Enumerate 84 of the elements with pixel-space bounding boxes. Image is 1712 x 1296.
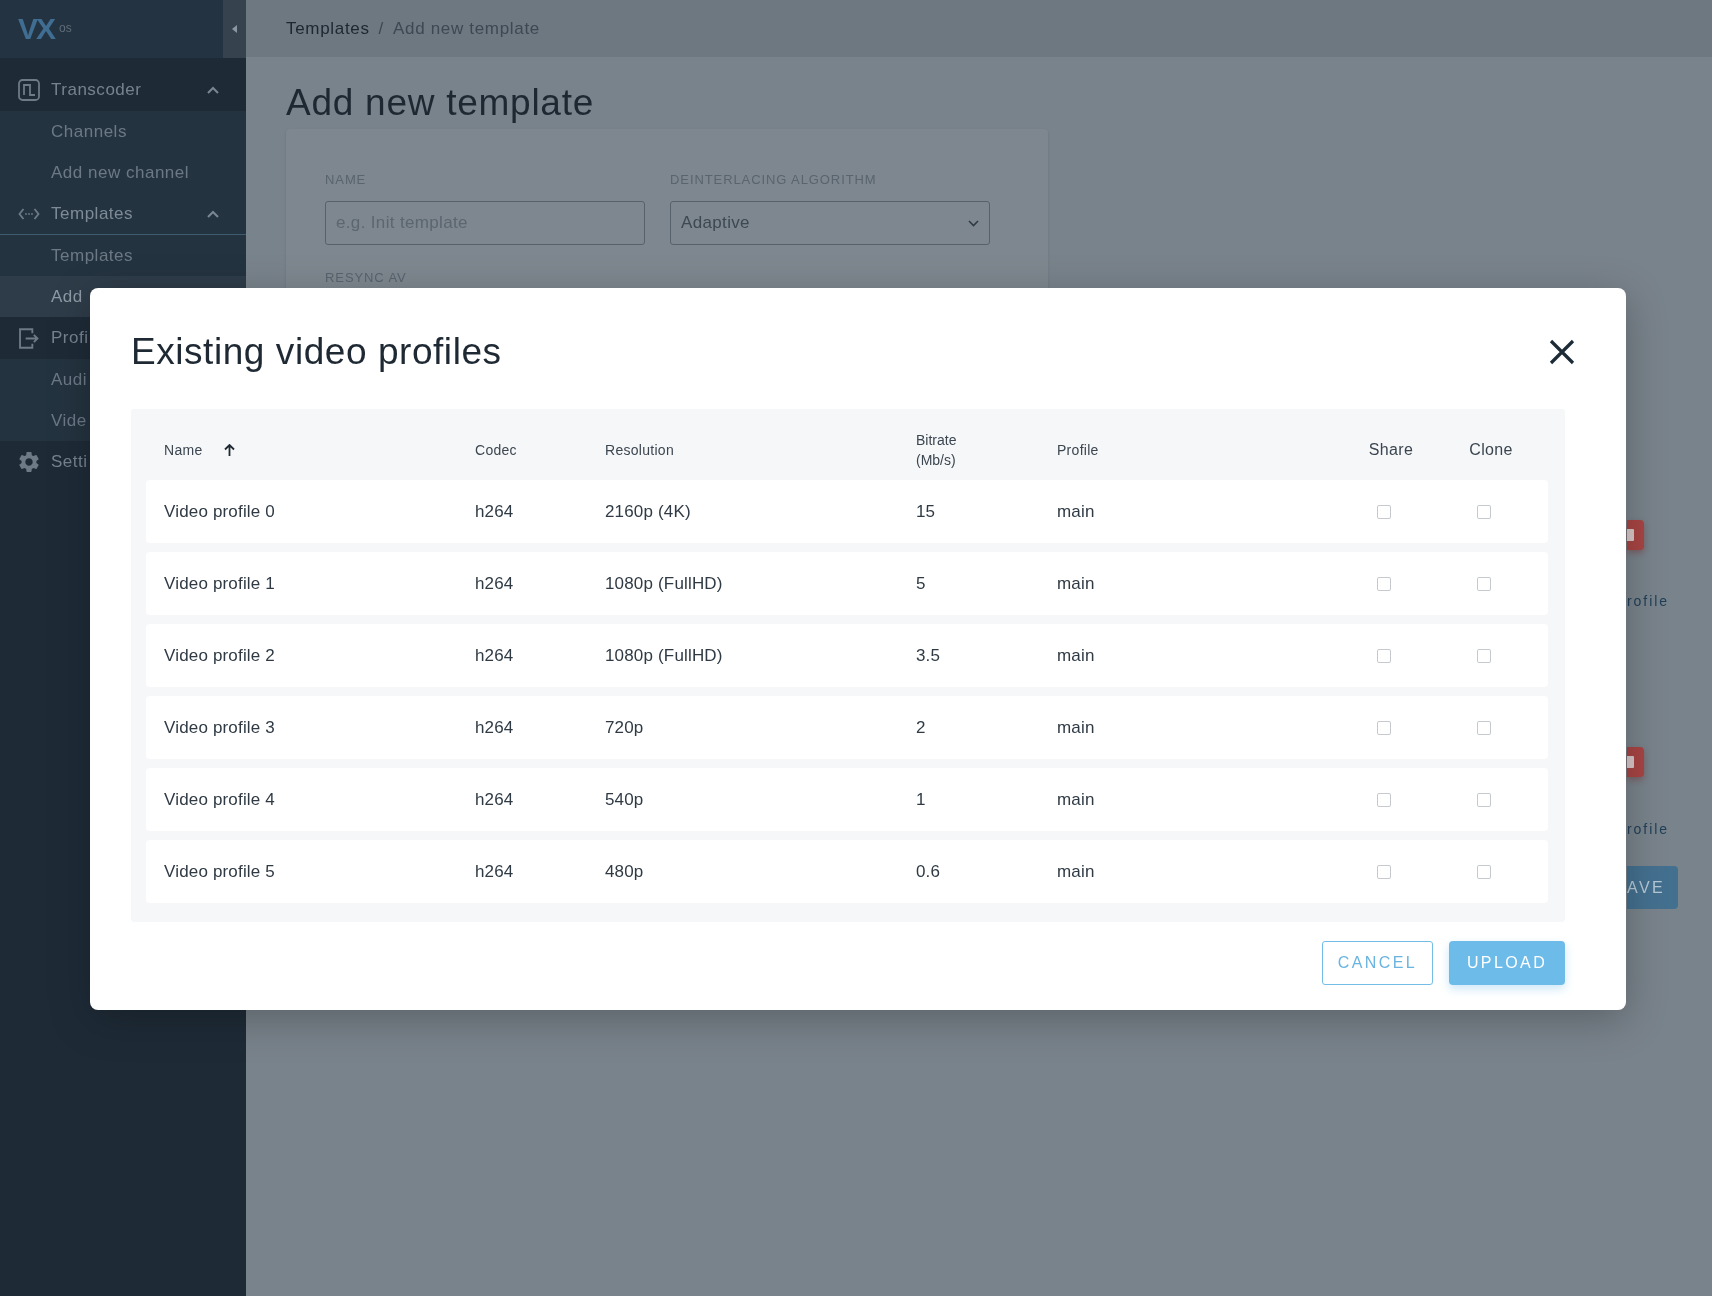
menu-group[interactable]: Profi: [51, 325, 89, 351]
column-header[interactable]: Bitrate (Mb/s): [916, 429, 976, 470]
menu-item[interactable]: Channels: [0, 111, 246, 152]
action-link[interactable]: rofile: [1627, 594, 1670, 608]
cancel-button[interactable]: CANCEL: [1322, 941, 1433, 985]
table-cell-text: Video profile 3: [164, 716, 275, 739]
square-icon: [1627, 756, 1634, 768]
logo-suffix: os: [59, 22, 72, 34]
table-cell-text: 1: [916, 788, 926, 811]
logo: VX: [18, 14, 55, 44]
table-cell-text: Video profile 4: [164, 788, 275, 811]
checkbox[interactable]: [1377, 792, 1391, 807]
table-cell-text: 3.5: [916, 644, 941, 667]
table-cell-text: h264: [475, 788, 514, 811]
menu-item[interactable]: Add: [51, 283, 83, 310]
table-cell-text: 720p: [605, 716, 644, 739]
action-link[interactable]: rofile: [1627, 822, 1670, 836]
arrow-up-icon[interactable]: [224, 443, 236, 456]
close-icon[interactable]: [1549, 339, 1575, 365]
menu-item[interactable]: Templates: [0, 235, 246, 276]
checkbox[interactable]: [1477, 792, 1491, 807]
chevron-down-icon: [968, 219, 979, 227]
icon-button[interactable]: [1627, 747, 1644, 777]
table-cell-text: 0.6: [916, 860, 941, 883]
table-cell-text: 480p: [605, 860, 644, 883]
icon-button[interactable]: [1627, 520, 1644, 550]
table-cell-text: 5: [916, 572, 926, 595]
table-cell-text: Video profile 0: [164, 500, 275, 523]
upload-button[interactable]: UPLOAD: [1449, 941, 1565, 985]
collapse-tab[interactable]: [223, 0, 246, 58]
table-cell-text: h264: [475, 572, 514, 595]
dialog-title: Existing video profiles: [131, 330, 502, 374]
menu-group[interactable]: Transcoder: [0, 69, 246, 111]
checkbox[interactable]: [1377, 864, 1391, 879]
table-cell-text: h264: [475, 500, 514, 523]
checkbox[interactable]: [1477, 576, 1491, 591]
table-cell-text: 540p: [605, 788, 644, 811]
table-cell-text: main: [1057, 860, 1095, 883]
column-header[interactable]: Name: [164, 440, 203, 459]
table-cell-text: main: [1057, 500, 1095, 523]
checkbox[interactable]: [1377, 504, 1391, 519]
breadcrumb-link[interactable]: Templates: [286, 15, 370, 42]
page-title: Add new template: [286, 81, 595, 125]
checkbox[interactable]: [1477, 720, 1491, 735]
square-icon: [1627, 529, 1634, 541]
checkbox[interactable]: [1477, 648, 1491, 663]
code-icon: [18, 207, 40, 220]
frame-icon: [18, 79, 40, 101]
column-header[interactable]: Clone: [1469, 437, 1513, 462]
column-header[interactable]: Share: [1368, 437, 1414, 462]
menu-item[interactable]: Audi: [51, 366, 88, 393]
menu-item[interactable]: Vide: [51, 407, 87, 434]
table-cell-text: h264: [475, 716, 514, 739]
checkbox[interactable]: [1377, 576, 1391, 591]
column-header[interactable]: Codec: [475, 440, 517, 459]
table-cell-text: main: [1057, 788, 1095, 811]
checkbox[interactable]: [1477, 864, 1491, 879]
table-cell-text: main: [1057, 644, 1095, 667]
column-header[interactable]: Resolution: [605, 440, 674, 459]
table-cell-text: 2: [916, 716, 926, 739]
action-button[interactable]: AVE: [1627, 866, 1678, 909]
gear-icon: [19, 452, 39, 472]
table-cell-text: 1080p (FullHD): [605, 572, 723, 595]
column-header[interactable]: Profile: [1057, 440, 1099, 459]
table-cell-text: Video profile 5: [164, 860, 275, 883]
table-cell-text: 15: [916, 500, 936, 523]
table-cell-text: main: [1057, 716, 1095, 739]
menu-item[interactable]: Add new channel: [0, 152, 246, 193]
table-cell-text: h264: [475, 860, 514, 883]
table-cell-text: 1080p (FullHD): [605, 644, 723, 667]
table-cell-text: Video profile 2: [164, 644, 275, 667]
table-cell-text: 2160p (4K): [605, 500, 691, 523]
menu-group[interactable]: Templates: [0, 193, 246, 235]
caret-left-icon: [232, 25, 237, 33]
checkbox[interactable]: [1377, 720, 1391, 735]
box-arrow-icon: [19, 327, 39, 349]
checkbox[interactable]: [1377, 648, 1391, 663]
dropdown[interactable]: Adaptive: [670, 201, 990, 245]
table-cell-text: Video profile 1: [164, 572, 275, 595]
checkbox[interactable]: [1477, 504, 1491, 519]
menu-group[interactable]: Setti: [51, 449, 88, 475]
breadcrumb-separator: /: [378, 17, 384, 40]
table-cell-text: h264: [475, 644, 514, 667]
table-cell-text: main: [1057, 572, 1095, 595]
